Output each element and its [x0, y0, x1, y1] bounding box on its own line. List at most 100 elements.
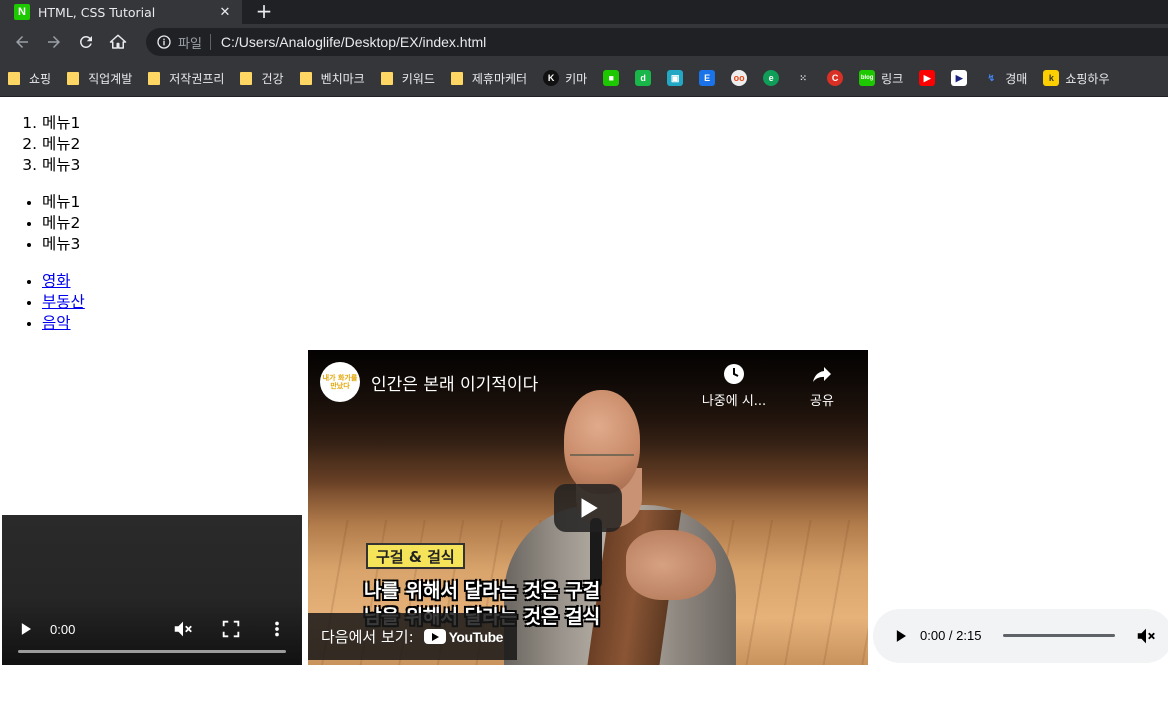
bookmark-d[interactable]: d	[635, 70, 652, 86]
bookmark-naver-green[interactable]: ■	[603, 70, 620, 86]
youtube-play-box-icon	[423, 629, 446, 644]
list-item: 부동산	[42, 292, 1168, 313]
share-label: 공유	[810, 394, 834, 409]
more-options-icon[interactable]	[270, 618, 284, 640]
bookmark-folder-benchmark[interactable]: 벤치마크	[299, 70, 365, 87]
mute-icon[interactable]	[1135, 625, 1157, 647]
browser-toolbar: 파일 C:/Users/Analoglife/Desktop/EX/index.…	[0, 24, 1168, 60]
bookmark-e[interactable]: E	[699, 70, 716, 86]
address-bar[interactable]: 파일 C:/Users/Analoglife/Desktop/EX/index.…	[146, 28, 1168, 56]
watch-on-youtube-button[interactable]: 다음에서 보기: YouTube	[308, 613, 517, 660]
arrow-left-icon	[16, 36, 28, 48]
folder-icon	[450, 71, 463, 85]
youtube-icon: ▶	[919, 70, 936, 86]
url-text[interactable]: C:/Users/Analoglife/Desktop/EX/index.htm…	[221, 34, 486, 50]
bookmark-edge[interactable]: e	[763, 70, 780, 86]
info-icon[interactable]	[156, 34, 172, 50]
video-time: 0:00	[50, 622, 76, 637]
bookmark-grid[interactable]: ⁙	[795, 70, 811, 86]
bookmark-youtube[interactable]: ▶	[919, 70, 936, 86]
bookmark-folder-keyword[interactable]: 키워드	[380, 70, 435, 87]
video-title[interactable]: 인간은 본래 이기적이다	[371, 370, 538, 395]
unordered-menu-list: 메뉴1 메뉴2 메뉴3	[0, 192, 1168, 255]
c-circle-icon: C	[827, 70, 844, 86]
tab-active[interactable]: N HTML, CSS Tutorial ✕	[0, 0, 242, 24]
folder-icon	[240, 71, 253, 85]
dots-icon: oo	[731, 70, 748, 86]
watch-later-label: 나중에 시...	[701, 394, 767, 409]
reload-button[interactable]	[70, 28, 102, 56]
close-tab-icon[interactable]: ✕	[214, 5, 236, 20]
naver-favicon-icon: N	[14, 4, 30, 20]
bookmark-shopping-how[interactable]: k 쇼핑하우	[1043, 70, 1110, 87]
tab-title: HTML, CSS Tutorial	[38, 4, 156, 20]
d-icon: d	[635, 70, 652, 86]
bookmark-kima[interactable]: K 키마	[543, 70, 587, 87]
bookmark-link[interactable]: blog 링크	[859, 70, 903, 87]
fullscreen-icon[interactable]	[220, 618, 242, 640]
bookmark-image[interactable]: ▣	[667, 70, 684, 86]
share-button[interactable]: 공유	[796, 362, 848, 409]
bookmark-folder-shopping[interactable]: 쇼핑	[8, 70, 51, 87]
caption-tag: 구걸 & 걸식	[366, 543, 465, 569]
youtube-logo-icon: YouTube	[423, 629, 503, 645]
bookmark-label: 저작권프리	[169, 71, 225, 86]
video-progress-bar[interactable]	[18, 650, 286, 653]
edge-icon: e	[763, 70, 780, 86]
youtube-embed[interactable]: 내가 화가를 만났다 인간은 본래 이기적이다 나중에 시... 공유 구걸 &…	[308, 350, 868, 665]
list-item: 메뉴2	[42, 213, 1168, 234]
thumbnail-glasses	[570, 454, 634, 468]
bookmark-folder-career[interactable]: 직업계발	[67, 70, 132, 87]
blog-icon: blog	[859, 70, 876, 86]
folder-icon	[67, 71, 80, 85]
youtube-top-bar: 내가 화가를 만났다 인간은 본래 이기적이다 나중에 시... 공유	[308, 350, 868, 414]
bookmarks-bar: 쇼핑 직업계발 저작권프리 건강 벤치마크 키워드 제휴마케터 K 키마 ■ d …	[0, 60, 1168, 97]
play-icon[interactable]	[16, 619, 36, 639]
youtube-play-button[interactable]	[554, 484, 622, 532]
channel-avatar[interactable]: 내가 화가를 만났다	[320, 362, 360, 402]
back-button[interactable]	[6, 28, 38, 56]
bookmark-play[interactable]: ▶	[951, 70, 968, 86]
share-arrow-icon	[813, 367, 831, 382]
folder-icon	[380, 71, 393, 85]
bookmark-folder-affiliate[interactable]: 제휴마케터	[450, 70, 527, 87]
person-chart-icon: ↯	[987, 72, 996, 83]
home-icon	[109, 34, 127, 49]
link-movie[interactable]: 영화	[42, 272, 71, 290]
omnibox-divider	[209, 34, 211, 50]
bookmark-folder-copyright-free[interactable]: 저작권프리	[148, 70, 224, 87]
bookmark-label: 키워드	[401, 71, 435, 86]
scheme-label: 파일	[178, 36, 202, 52]
new-tab-button[interactable]: +	[252, 0, 276, 24]
list-item: 메뉴3	[42, 155, 1168, 176]
play-icon[interactable]	[891, 626, 911, 646]
bookmark-folder-health[interactable]: 건강	[240, 70, 284, 87]
folder-icon	[148, 71, 161, 85]
watch-on-label: 다음에서 보기:	[321, 628, 414, 646]
k-circle-icon: K	[543, 70, 560, 86]
reload-icon	[80, 35, 92, 48]
thumbnail-hands	[626, 530, 716, 600]
audio-player[interactable]: 0:00 / 2:15	[873, 609, 1168, 663]
bookmark-dots[interactable]: oo	[731, 70, 748, 86]
list-item: 영화	[42, 271, 1168, 292]
page-content: 메뉴1 메뉴2 메뉴3 메뉴1 메뉴2 메뉴3 영화 부동산 음악 0:00	[0, 97, 1168, 665]
folder-icon	[299, 71, 312, 85]
link-list: 영화 부동산 음악	[0, 271, 1168, 334]
forward-button[interactable]	[38, 28, 70, 56]
mute-icon[interactable]	[172, 618, 194, 640]
audio-time: 0:00 / 2:15	[920, 628, 982, 643]
bookmark-label: 키마	[565, 71, 588, 86]
audio-progress-bar[interactable]	[1003, 634, 1115, 637]
bookmark-c[interactable]: C	[827, 70, 844, 86]
video-player[interactable]: 0:00	[2, 515, 302, 665]
link-real-estate[interactable]: 부동산	[42, 293, 85, 311]
link-music[interactable]: 음악	[42, 314, 71, 332]
caption-line-1: 나를 위해서 달라는 것은 구걸	[364, 580, 601, 602]
watch-later-button[interactable]: 나중에 시...	[694, 362, 774, 409]
arrow-right-icon	[48, 36, 60, 48]
bookmark-auction[interactable]: ↯ 경매	[983, 70, 1027, 87]
bookmark-label: 벤치마크	[320, 71, 365, 86]
home-button[interactable]	[102, 28, 134, 56]
k-square-icon: k	[1043, 70, 1060, 86]
